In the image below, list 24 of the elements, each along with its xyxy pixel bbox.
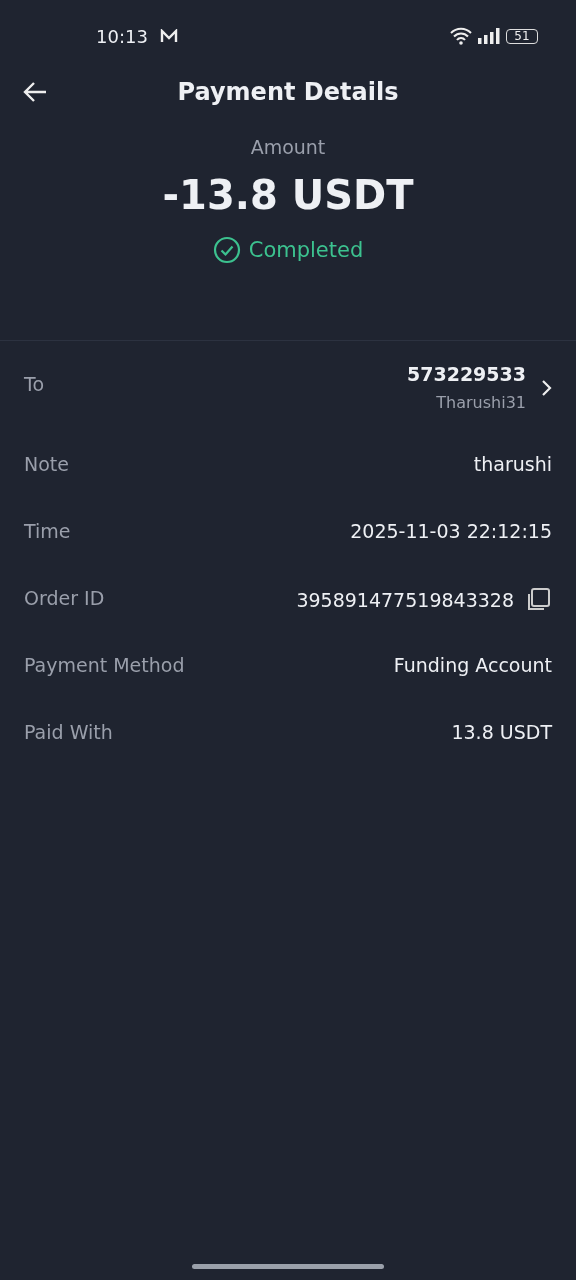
recipient-id: 573229533 xyxy=(407,363,526,385)
detail-value: 395891477519843328 xyxy=(296,589,514,611)
detail-label: To xyxy=(24,372,44,395)
wifi-icon xyxy=(450,27,472,45)
status-text: Completed xyxy=(248,238,364,262)
detail-value: Funding Account xyxy=(393,654,552,676)
detail-label: Paid With xyxy=(24,720,113,743)
signal-icon xyxy=(478,28,500,44)
chevron-right-icon[interactable] xyxy=(540,378,552,397)
detail-label: Time xyxy=(24,519,71,542)
recipient-name: Tharushi31 xyxy=(436,393,526,412)
detail-value: 13.8 USDT xyxy=(451,721,552,743)
detail-label: Payment Method xyxy=(24,653,185,676)
amount-label: Amount xyxy=(250,136,326,158)
detail-value: tharushi xyxy=(473,453,552,475)
amount-value: -13.8 USDT xyxy=(162,172,414,218)
detail-label: Order ID xyxy=(24,586,105,609)
detail-label: Note xyxy=(24,452,69,475)
check-circle-icon xyxy=(212,236,241,264)
mail-icon xyxy=(159,29,178,43)
battery-icon: 51 xyxy=(506,28,538,44)
page-title: Payment Details xyxy=(177,78,399,106)
detail-value: 2025-11-03 22:12:15 xyxy=(350,520,552,542)
clock-time: 10:13 xyxy=(96,25,148,47)
